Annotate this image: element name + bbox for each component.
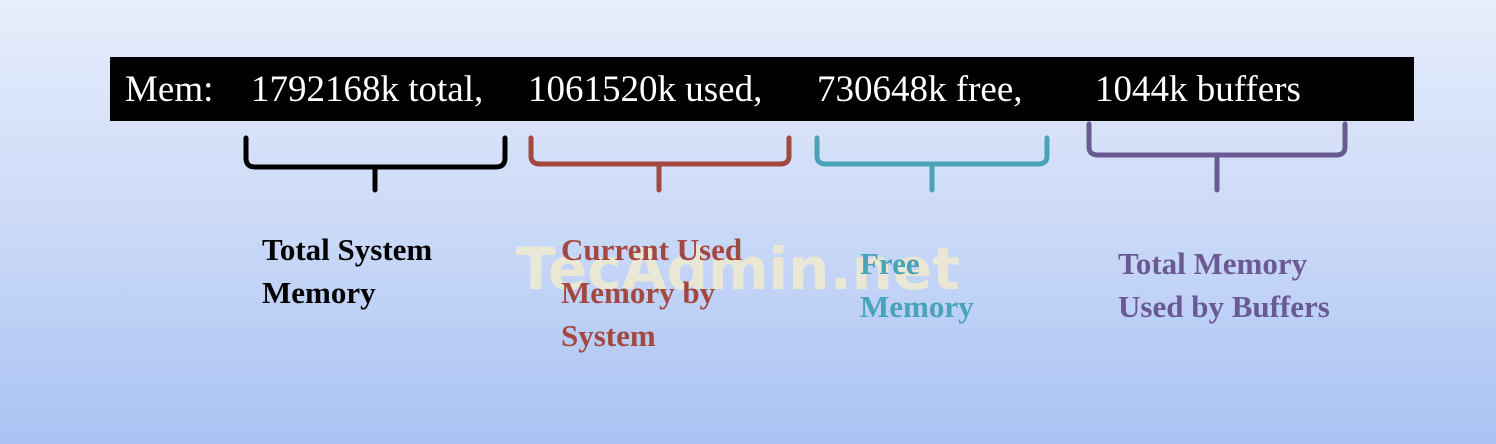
used-label-line: Memory by	[561, 275, 716, 310]
mem-used-value: 1061520k used,	[528, 69, 763, 110]
buffers-label: Total Memory Used by Buffers	[1118, 242, 1330, 328]
used-label-line: Current Used	[561, 232, 743, 267]
mem-free-value: 730648k free,	[817, 69, 1023, 110]
free-label-line: Memory	[860, 289, 974, 324]
mem-total-value: 1792168k total,	[251, 69, 484, 110]
free-label: Free Memory	[860, 242, 974, 328]
used-label-line: System	[561, 318, 656, 353]
buffers-brace	[1086, 121, 1348, 193]
buffers-label-line: Used by Buffers	[1118, 289, 1330, 324]
buffers-label-line: Total Memory	[1118, 246, 1308, 281]
used-label: Current Used Memory by System	[561, 228, 742, 357]
mem-buffers-value: 1044k buffers	[1095, 69, 1301, 110]
free-brace	[814, 135, 1050, 193]
free-label-line: Free	[860, 246, 920, 281]
used-brace	[528, 135, 792, 193]
total-label: Total System Memory	[262, 228, 432, 314]
mem-prefix: Mem:	[125, 69, 214, 110]
total-brace	[243, 135, 508, 193]
total-label-line: Memory	[262, 275, 376, 310]
total-label-line: Total System	[262, 232, 433, 267]
